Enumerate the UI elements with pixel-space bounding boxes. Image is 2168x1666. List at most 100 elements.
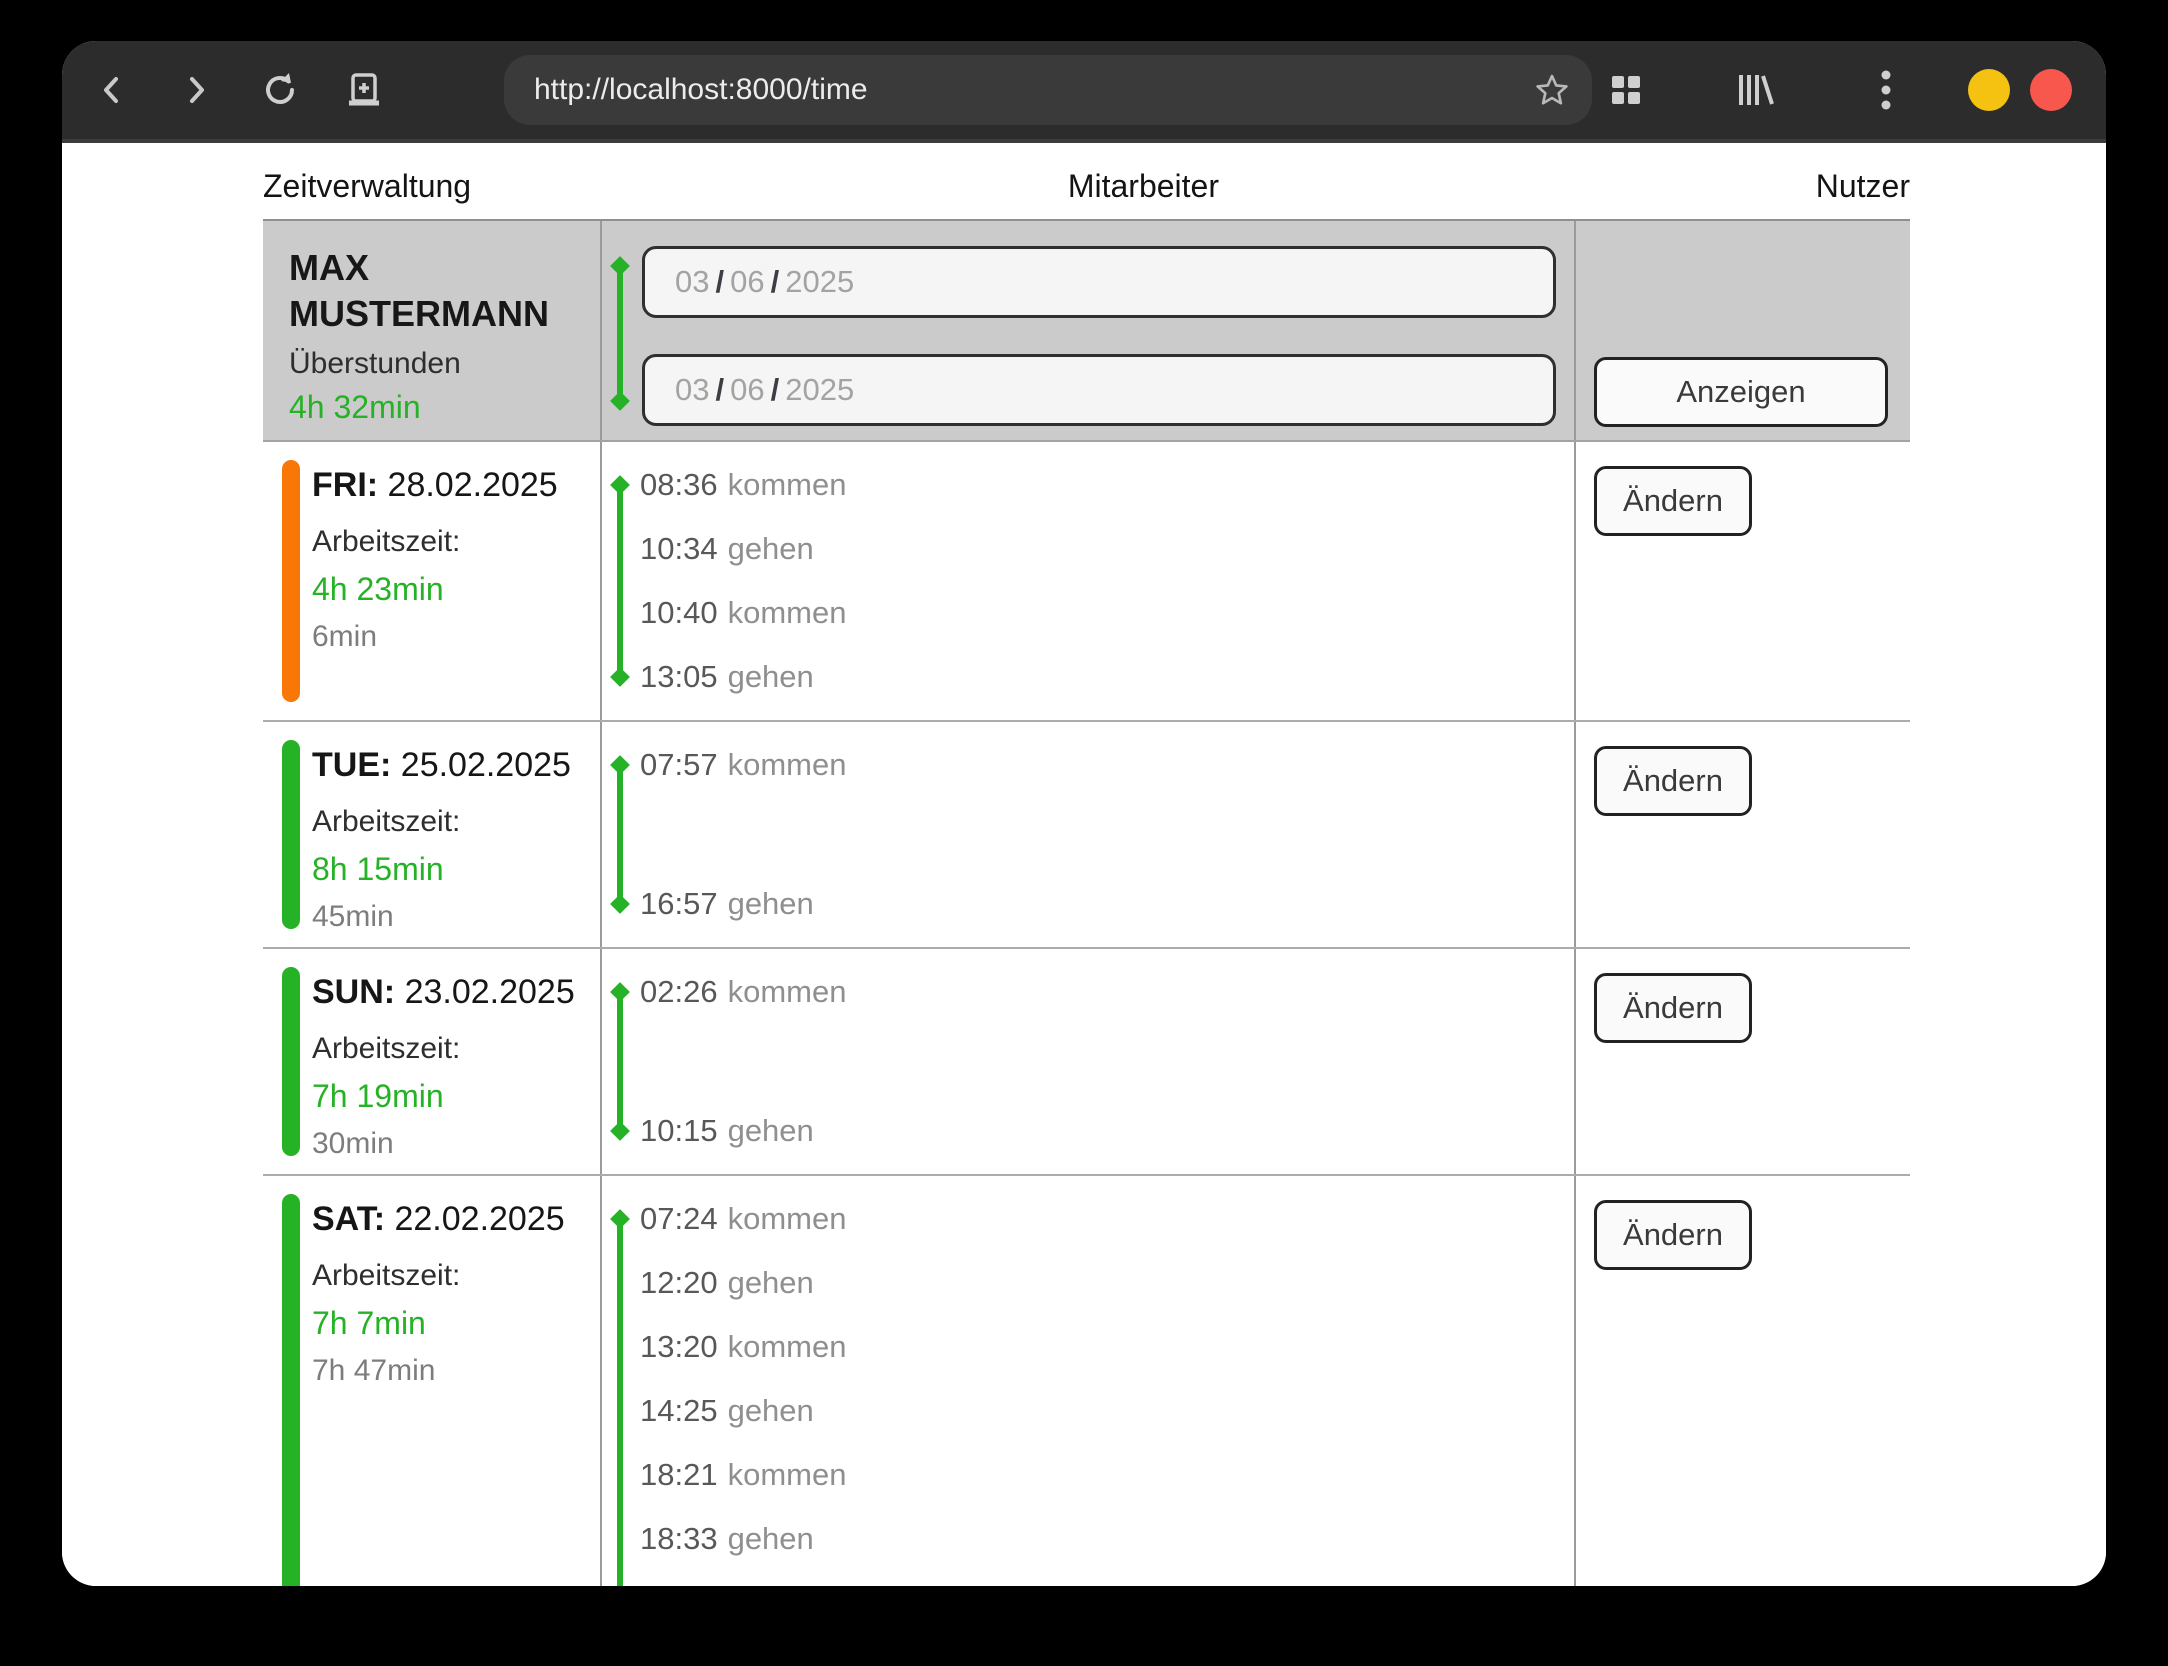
forward-button[interactable] (172, 66, 220, 114)
entry-type: gehen (728, 1265, 814, 1300)
time-table: MAX MUSTERMANN Überstunden 4h 32min 03/0… (263, 219, 1910, 1586)
pause-value: 45min (312, 900, 600, 934)
day-date: 22.02.2025 (394, 1200, 564, 1238)
time-entry: 16:57 gehen (640, 887, 1574, 921)
nav-item-nutzer[interactable]: Nutzer (1816, 168, 1910, 205)
date-range-diamond-bottom (610, 391, 630, 411)
timeline-line (617, 992, 623, 1131)
entry-time: 02:26 (640, 974, 718, 1009)
aendern-button[interactable]: Ändern (1594, 466, 1752, 536)
time-entries-cell: 02:26kommen 10:15gehen (600, 949, 1574, 1174)
nav-item-zeitverwaltung[interactable]: Zeitverwaltung (263, 168, 471, 205)
overtime-value: 4h 32min (289, 389, 600, 426)
date-from-year: 2025 (785, 264, 854, 300)
time-entry: 13:20 kommen (640, 1330, 1574, 1364)
date-from-month: 03 (675, 264, 709, 300)
entry-time: 07:57 (640, 747, 718, 782)
entry-type: kommen (728, 747, 847, 782)
entry-time: 10:40 (640, 595, 718, 630)
time-entry: 10:40kommen (640, 596, 1574, 630)
library-button[interactable] (1732, 66, 1780, 114)
pause-value: 30min (312, 1127, 600, 1161)
day-weekday: SAT: (312, 1200, 385, 1238)
kebab-menu-icon (1879, 68, 1893, 112)
anzeigen-button[interactable]: Anzeigen (1594, 357, 1888, 427)
day-title: FRI: 28.02.2025 (312, 466, 600, 505)
time-entries: 07:57 kommen 16:57 gehen (602, 722, 1574, 947)
day-status-bar (282, 967, 300, 1156)
apps-grid-button[interactable] (1602, 66, 1650, 114)
screenshot-root: { "browser": { "url": "http://localhost:… (0, 0, 2168, 1666)
nav-item-mitarbeiter[interactable]: Mitarbeiter (1068, 168, 1219, 205)
entry-time: 13:05 (640, 659, 718, 694)
date-from-input[interactable]: 03/06/2025 (642, 246, 1556, 318)
minimize-window-button[interactable] (1968, 69, 2010, 111)
day-row: SUN: 23.02.2025 Arbeitszeit: 7h 19min 30… (263, 949, 1910, 1176)
back-button[interactable] (88, 66, 136, 114)
day-summary-cell: FRI: 28.02.2025 Arbeitszeit: 4h 23min 6m… (263, 442, 600, 720)
url-bar[interactable]: http://localhost:8000/time (504, 55, 1592, 125)
entry-type: gehen (728, 1521, 814, 1556)
aendern-button[interactable]: Ändern (1594, 746, 1752, 816)
day-title: SAT: 22.02.2025 (312, 1200, 600, 1239)
new-tab-button[interactable] (340, 66, 388, 114)
day-rows: FRI: 28.02.2025 Arbeitszeit: 4h 23min 6m… (263, 442, 1910, 1586)
entry-type: gehen (728, 886, 814, 921)
library-icon (1735, 72, 1777, 108)
time-entry: 07:24kommen (640, 1202, 1574, 1236)
pause-value: 6min (312, 620, 600, 654)
entry-time: 14:25 (640, 1393, 718, 1428)
time-entry: 18:21kommen (640, 1458, 1574, 1492)
browser-window: http://localhost:8000/time (62, 41, 2106, 1586)
entry-time: 13:20 (640, 1329, 718, 1364)
timeline-line (617, 485, 623, 677)
date-range-diamond-top (610, 256, 630, 276)
url-text: http://localhost:8000/time (534, 73, 868, 107)
time-entries-cell: 07:57 kommen 16:57 gehen (600, 722, 1574, 947)
date-from-day: 06 (730, 264, 764, 300)
menu-button[interactable] (1862, 66, 1910, 114)
date-to-input[interactable]: 03/06/2025 (642, 354, 1556, 426)
entry-time: 21:24 (640, 1585, 718, 1586)
reload-icon (260, 70, 300, 110)
time-entry: 14:25gehen (640, 1394, 1574, 1428)
time-entry: 02:26kommen (640, 975, 1574, 1009)
aendern-button[interactable]: Ändern (1594, 1200, 1752, 1270)
timeline-line (617, 765, 623, 904)
entry-type: gehen (728, 1113, 814, 1148)
entry-type: gehen (728, 531, 814, 566)
date-filter-cell: 03/06/2025 03/06/2025 (600, 221, 1574, 440)
page-content: Zeitverwaltung Mitarbeiter Nutzer MAX MU… (62, 143, 2106, 1586)
entry-type: kommen (728, 1585, 847, 1586)
reload-button[interactable] (256, 66, 304, 114)
entry-time: 10:34 (640, 531, 718, 566)
day-date: 23.02.2025 (405, 973, 575, 1011)
date-separator: / (715, 372, 724, 408)
bookmark-star-icon[interactable] (1534, 72, 1570, 108)
date-separator: / (771, 264, 780, 300)
entry-time: 18:21 (640, 1457, 718, 1492)
day-weekday: FRI: (312, 466, 378, 504)
time-entries-cell: 07:24kommen 12:20 gehen 13:20 kommen 14:25… (600, 1176, 1574, 1586)
day-status-bar (282, 460, 300, 702)
worktime-value: 7h 19min (312, 1078, 600, 1115)
day-action-cell: Ändern (1574, 442, 1910, 720)
worktime-value: 8h 15min (312, 851, 600, 888)
toolbar-right-group (1602, 66, 2106, 114)
employee-name-line2: MUSTERMANN (289, 291, 600, 337)
day-title: TUE: 25.02.2025 (312, 746, 600, 785)
time-entry: 10:34 gehen (640, 532, 1574, 566)
close-window-button[interactable] (2030, 69, 2072, 111)
day-weekday: SUN: (312, 973, 395, 1011)
forward-icon (192, 79, 202, 101)
time-entries: 08:36kommen 10:34gehen 10:40kommen 13:05… (602, 442, 1574, 720)
worktime-value: 4h 23min (312, 571, 600, 608)
top-navigation: Zeitverwaltung Mitarbeiter Nutzer (263, 143, 1910, 205)
entry-time: 12:20 (640, 1265, 718, 1300)
day-action-cell: Ändern (1574, 949, 1910, 1174)
entry-time: 16:57 (640, 886, 718, 921)
aendern-button[interactable]: Ändern (1594, 973, 1752, 1043)
entry-type: kommen (728, 1329, 847, 1364)
date-separator: / (715, 264, 724, 300)
employee-name-line1: MAX (289, 245, 600, 291)
